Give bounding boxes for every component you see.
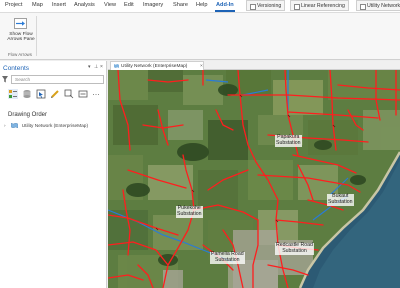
papakura-substation-label: Papakura Substation: [275, 134, 302, 147]
list-by-labeling-icon[interactable]: [78, 89, 88, 99]
list-by-selection-icon[interactable]: [36, 89, 46, 99]
contents-pane: Contents ▾ ⊥ × Search … Drawing Order › …: [0, 61, 107, 288]
map-icon: [11, 123, 19, 128]
pamelia-road-substation-label: Pamelia Road Substation: [210, 251, 245, 264]
list-by-snapping-icon[interactable]: [64, 89, 74, 99]
list-by-drawing-order-icon[interactable]: [8, 89, 18, 99]
tab-linear-referencing[interactable]: Linear Referencing: [290, 0, 349, 11]
filter-icon[interactable]: [2, 76, 8, 83]
pukekohe-substation-label: Pukekohe Substation: [176, 205, 203, 218]
group-divider: [36, 16, 37, 56]
drawing-order-heading: Drawing Order: [8, 112, 48, 118]
tab-view[interactable]: View: [104, 2, 116, 8]
close-tab-icon[interactable]: ×: [200, 64, 203, 69]
layer-item-utility-network[interactable]: › Utility Network (EnterpriseMap): [4, 123, 88, 129]
expand-chevron-icon[interactable]: ›: [4, 124, 10, 129]
map-tab-icon: [114, 64, 119, 68]
redcastle-road-substation-label: Redcastle Road Substation: [275, 242, 314, 255]
map-view-tab-label: Utility Network (EnterpriseMap): [121, 63, 188, 69]
tab-add-in[interactable]: Add-In: [215, 2, 235, 12]
tab-share[interactable]: Share: [173, 2, 188, 8]
flow-arrow-icon: [14, 18, 27, 29]
show-flow-arrows-pane-button[interactable]: Show Flow Arrows Pane: [6, 16, 35, 50]
tab-versioning[interactable]: Versioning: [246, 0, 286, 11]
map-canvas[interactable]: Papakura Substation Pukekohe Substation Bu…: [108, 70, 400, 288]
ribbon-body: Show Flow Arrows Pane Flow Arrows: [0, 13, 400, 60]
layer-item-label: Utility Network (EnterpriseMap): [21, 123, 89, 129]
pane-options-icon[interactable]: ▾: [88, 64, 91, 70]
tab-project[interactable]: Project: [5, 2, 22, 8]
list-by-editing-icon[interactable]: [50, 89, 60, 99]
tab-analysis[interactable]: Analysis: [74, 2, 95, 8]
contents-toolbar: …: [8, 89, 104, 101]
list-by-source-icon[interactable]: [22, 89, 32, 99]
flow-arrows-group-label: Flow Arrows: [8, 52, 32, 57]
ribbon-tab-bar: Project Map Insert Analysis View Edit Im…: [0, 0, 400, 13]
pin-icon[interactable]: ⊥: [94, 64, 98, 70]
tab-edit[interactable]: Edit: [124, 2, 134, 8]
tab-imagery[interactable]: Imagery: [143, 2, 163, 8]
map-view-tab[interactable]: Utility Network (EnterpriseMap) ×: [110, 61, 204, 70]
tab-insert[interactable]: Insert: [52, 2, 66, 8]
map-view-tab-bar: Utility Network (EnterpriseMap) ×: [108, 61, 400, 70]
search-input[interactable]: Search: [11, 75, 104, 84]
map-imagery: [108, 70, 400, 288]
close-pane-icon[interactable]: ×: [100, 64, 103, 70]
tab-utility-network[interactable]: Utility Network: [356, 0, 400, 11]
contents-title: Contents: [3, 65, 30, 72]
show-flow-arrows-pane-label: Show Flow Arrows Pane: [7, 32, 35, 43]
more-options-icon[interactable]: …: [92, 89, 102, 99]
tab-help[interactable]: Help: [196, 2, 208, 8]
bukaut-substation-label: Bukaut Substation: [327, 193, 354, 206]
tab-map[interactable]: Map: [32, 2, 43, 8]
